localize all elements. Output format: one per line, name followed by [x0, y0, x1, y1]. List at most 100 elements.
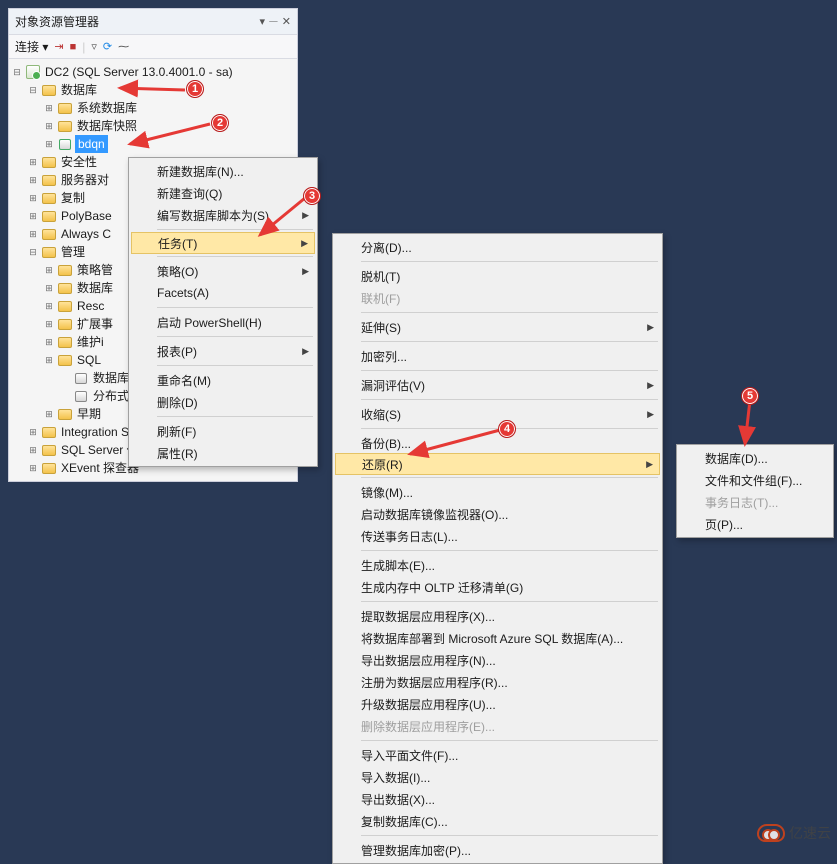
callout-badge-5: 5: [741, 387, 759, 405]
dist-icon: [75, 391, 87, 402]
mi-backup[interactable]: 备份(B)...: [335, 432, 660, 454]
chevron-right-icon: ▶: [301, 238, 308, 249]
chevron-right-icon: ▶: [646, 459, 653, 470]
refresh-icon[interactable]: ⟳: [103, 40, 112, 53]
mi-manage-enc[interactable]: 管理数据库加密(P)...: [335, 839, 660, 861]
menu-separator: [157, 416, 313, 417]
mi-mirror-monitor[interactable]: 启动数据库镜像监视器(O)...: [335, 503, 660, 525]
mi-rename[interactable]: 重命名(M): [131, 369, 315, 391]
mi-upgrade-dac[interactable]: 升级数据层应用程序(U)...: [335, 693, 660, 715]
activity-icon[interactable]: ⁓: [118, 40, 129, 53]
server-icon: [26, 65, 40, 79]
mi-mirror[interactable]: 镜像(M)...: [335, 481, 660, 503]
mi-new-query[interactable]: 新建查询(Q): [131, 182, 315, 204]
tree-sysdb[interactable]: ⊞系统数据库: [11, 99, 295, 117]
dropdown-icon[interactable]: ▾: [259, 15, 265, 28]
folder-icon: [58, 121, 72, 132]
context-menu-database: 新建数据库(N)... 新建查询(Q) 编写数据库脚本为(S)▶ 任务(T)▶ …: [128, 157, 318, 467]
folder-icon: [42, 157, 56, 168]
panel-title-bar: 对象资源管理器 ▾ ⏤ ✕: [9, 9, 297, 34]
mi-import-data[interactable]: 导入数据(I)...: [335, 766, 660, 788]
mi-refresh[interactable]: 刷新(F): [131, 420, 315, 442]
menu-separator: [361, 370, 658, 371]
callout-badge-4: 4: [498, 420, 516, 438]
mi-script-db[interactable]: 编写数据库脚本为(S)▶: [131, 204, 315, 226]
stop-icon[interactable]: ■: [70, 41, 77, 53]
filter-icon[interactable]: ▿: [91, 40, 97, 53]
mi-restore-txlog: 事务日志(T)...: [679, 491, 831, 513]
mi-new-database[interactable]: 新建数据库(N)...: [131, 160, 315, 182]
folder-icon: [58, 319, 72, 330]
folder-icon: [42, 193, 56, 204]
tree-bdqn[interactable]: ⊞bdqn: [11, 135, 295, 153]
menu-separator: [157, 365, 313, 366]
menu-separator: [361, 835, 658, 836]
cloud-icon: [757, 824, 785, 842]
folder-icon: [42, 463, 56, 474]
mi-restore[interactable]: 还原(R)▶: [335, 453, 660, 475]
mi-facets[interactable]: Facets(A): [131, 282, 315, 304]
panel-toolbar: 连接 ▾ ⇥ ■ | ▿ ⟳ ⁓: [9, 34, 297, 59]
menu-separator: [361, 477, 658, 478]
mi-deploy-azure[interactable]: 将数据库部署到 Microsoft Azure SQL 数据库(A)...: [335, 627, 660, 649]
menu-separator: [157, 256, 313, 257]
pin-icon[interactable]: ⏤: [269, 15, 278, 28]
folder-icon: [58, 283, 72, 294]
mi-register-dac[interactable]: 注册为数据层应用程序(R)...: [335, 671, 660, 693]
callout-badge-1: 1: [186, 80, 204, 98]
mi-restore-database[interactable]: 数据库(D)...: [679, 447, 831, 469]
database-icon: [59, 139, 71, 150]
connect-button[interactable]: 连接 ▾: [15, 38, 48, 55]
menu-separator: [361, 601, 658, 602]
mi-export-dac[interactable]: 导出数据层应用程序(N)...: [335, 649, 660, 671]
chevron-right-icon: ▶: [647, 322, 654, 333]
menu-separator: [361, 399, 658, 400]
mi-import-flat[interactable]: 导入平面文件(F)...: [335, 744, 660, 766]
chevron-right-icon: ▶: [647, 380, 654, 391]
mi-offline[interactable]: 脱机(T): [335, 265, 660, 287]
panel-title: 对象资源管理器: [15, 13, 253, 30]
mi-restore-files[interactable]: 文件和文件组(F)...: [679, 469, 831, 491]
folder-icon: [42, 175, 56, 186]
chevron-right-icon: ▶: [302, 346, 309, 357]
tree-server[interactable]: ⊟DC2 (SQL Server 13.0.4001.0 - sa): [11, 63, 295, 81]
mi-tasks[interactable]: 任务(T)▶: [131, 232, 315, 254]
mi-powershell[interactable]: 启动 PowerShell(H): [131, 311, 315, 333]
close-icon[interactable]: ✕: [282, 15, 291, 28]
folder-icon: [42, 211, 56, 222]
chevron-right-icon: ▶: [302, 266, 309, 277]
mi-copy-db[interactable]: 复制数据库(C)...: [335, 810, 660, 832]
mi-detach[interactable]: 分离(D)...: [335, 236, 660, 258]
context-menu-tasks: 分离(D)... 脱机(T) 联机(F) 延伸(S)▶ 加密列... 漏洞评估(…: [332, 233, 663, 864]
mi-shrink[interactable]: 收缩(S)▶: [335, 403, 660, 425]
mi-policies[interactable]: 策略(O)▶: [131, 260, 315, 282]
menu-separator: [361, 341, 658, 342]
tree-snapshot[interactable]: ⊞数据库快照: [11, 117, 295, 135]
chevron-right-icon: ▶: [647, 409, 654, 420]
context-menu-restore: 数据库(D)... 文件和文件组(F)... 事务日志(T)... 页(P)..…: [676, 444, 834, 538]
mi-reports[interactable]: 报表(P)▶: [131, 340, 315, 362]
selected-db-label: bdqn: [75, 135, 108, 153]
mi-delete[interactable]: 删除(D): [131, 391, 315, 413]
disconnect-icon[interactable]: ⇥: [54, 40, 63, 53]
mi-properties[interactable]: 属性(R): [131, 442, 315, 464]
folder-icon: [58, 409, 72, 420]
folder-icon: [42, 427, 56, 438]
mi-delete-dac: 删除数据层应用程序(E)...: [335, 715, 660, 737]
chevron-right-icon: ▶: [302, 210, 309, 221]
mi-ship-log[interactable]: 传送事务日志(L)...: [335, 525, 660, 547]
mi-export-data[interactable]: 导出数据(X)...: [335, 788, 660, 810]
menu-separator: [361, 261, 658, 262]
mi-restore-page[interactable]: 页(P)...: [679, 513, 831, 535]
mi-oltp[interactable]: 生成内存中 OLTP 迁移清单(G): [335, 576, 660, 598]
mi-extract-dac[interactable]: 提取数据层应用程序(X)...: [335, 605, 660, 627]
tree-databases[interactable]: ⊟数据库: [11, 81, 295, 99]
mi-encrypt[interactable]: 加密列...: [335, 345, 660, 367]
mi-gen-scripts[interactable]: 生成脚本(E)...: [335, 554, 660, 576]
callout-badge-2: 2: [211, 114, 229, 132]
mi-vuln[interactable]: 漏洞评估(V)▶: [335, 374, 660, 396]
folder-icon: [42, 229, 56, 240]
menu-separator: [157, 229, 313, 230]
menu-separator: [361, 740, 658, 741]
mi-extend[interactable]: 延伸(S)▶: [335, 316, 660, 338]
